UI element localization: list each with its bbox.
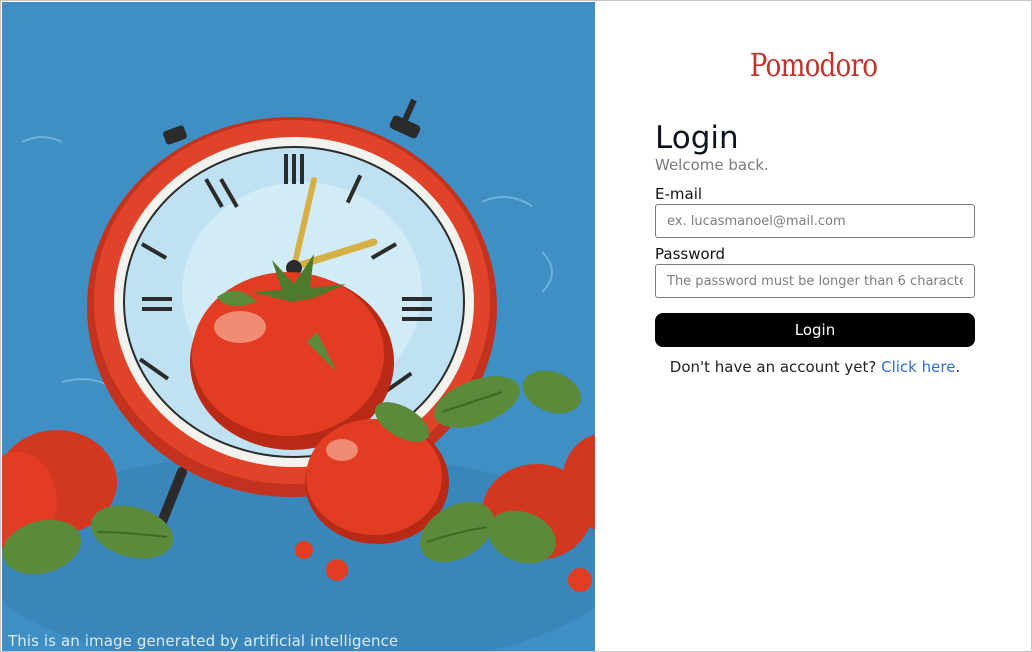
- app-window: This is an image generated by artificial…: [0, 0, 1032, 652]
- login-form: Login Welcome back. E-mail Password Logi…: [655, 120, 975, 376]
- login-panel: Pomodoro Login Welcome back. E-mail Pass…: [595, 2, 1031, 651]
- page-subtitle: Welcome back.: [655, 156, 769, 174]
- email-field[interactable]: [655, 204, 975, 238]
- signup-suffix: .: [955, 358, 961, 376]
- signup-link[interactable]: Click here: [881, 358, 955, 376]
- signup-prompt: Don't have an account yet? Click here.: [655, 358, 975, 376]
- pomodoro-clock-illustration: [2, 2, 595, 651]
- signup-prompt-text: Don't have an account yet?: [669, 358, 877, 376]
- password-label: Password: [655, 245, 726, 263]
- page-title: Login: [655, 120, 739, 156]
- hero-illustration: This is an image generated by artificial…: [2, 2, 595, 651]
- ai-disclaimer: This is an image generated by artificial…: [8, 632, 399, 650]
- brand-logo: Pomodoro: [749, 46, 878, 84]
- email-label: E-mail: [655, 185, 703, 203]
- login-button[interactable]: Login: [655, 313, 975, 347]
- password-field[interactable]: [655, 264, 975, 298]
